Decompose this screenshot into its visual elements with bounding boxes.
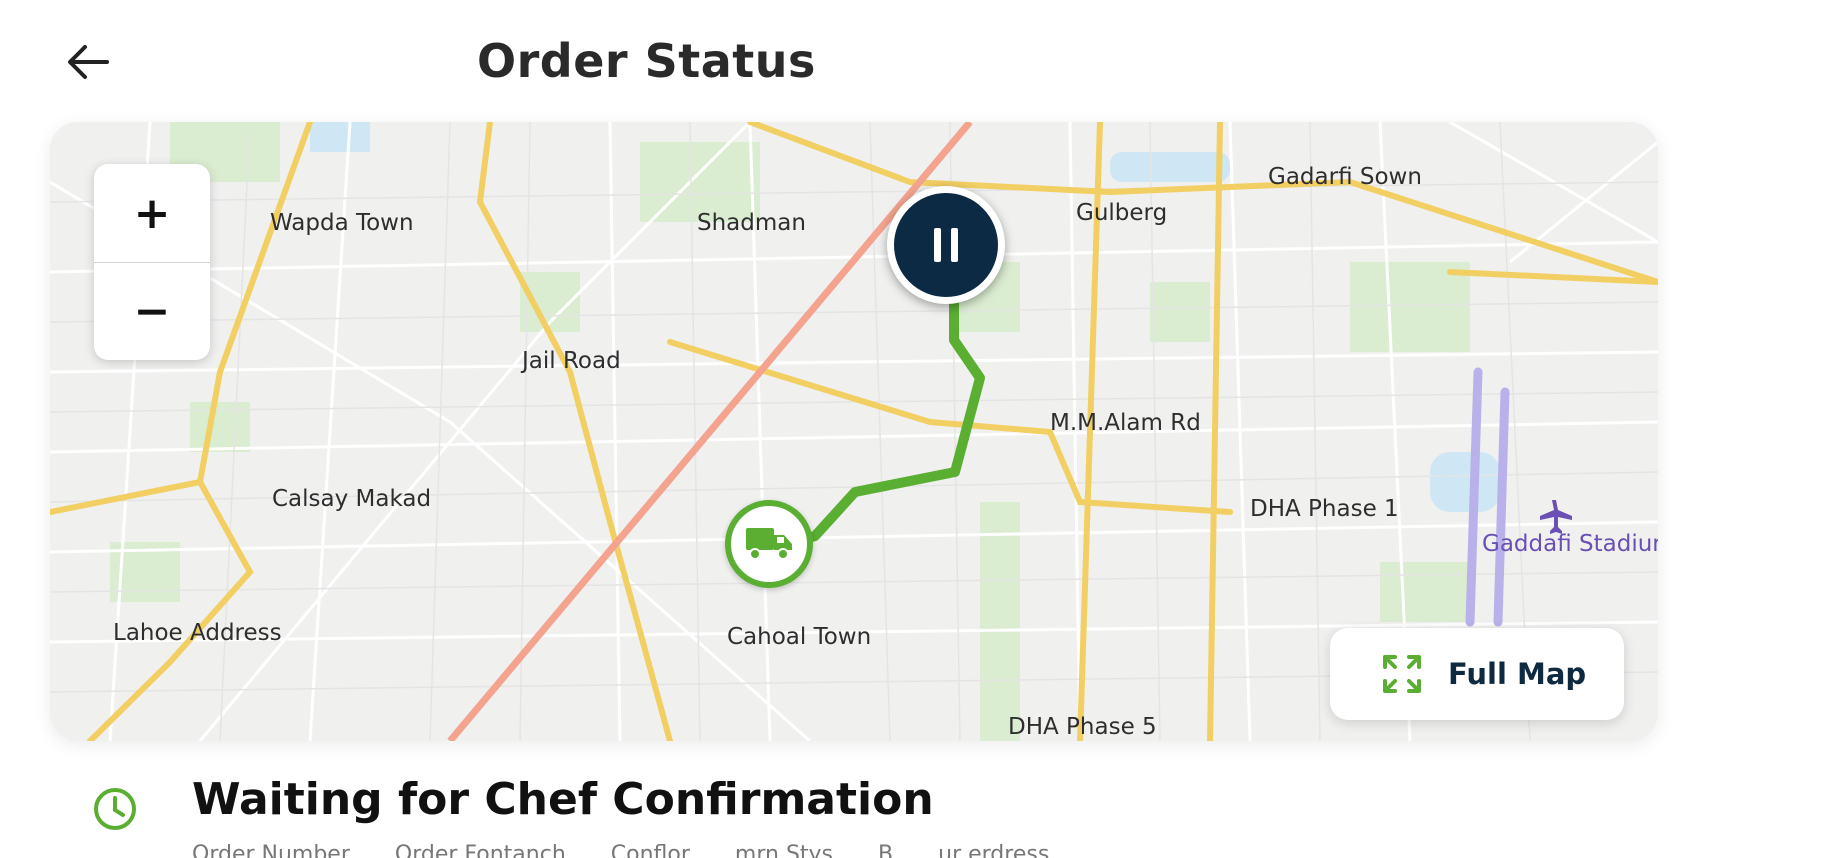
- meta-item: Order Number: [192, 842, 350, 858]
- map-label-wapda-town: Wapda Town: [270, 210, 414, 236]
- map-label-gadarfi-sown: Gadarfi Sown: [1268, 164, 1422, 190]
- zoom-in-button[interactable]: +: [94, 164, 210, 262]
- page-title: Order Status: [477, 34, 816, 88]
- map-label-jail-road: Jail Road: [522, 348, 621, 374]
- map-label-gulberg: Gulberg: [1076, 200, 1168, 226]
- map-label-dha-phase-5: DHA Phase 5: [1008, 714, 1157, 740]
- header: Order Status: [0, 0, 1833, 120]
- map-label-shadman: Shadman: [697, 210, 806, 236]
- delivery-vehicle-marker[interactable]: [725, 500, 813, 588]
- status-title: Waiting for Chef Confirmation: [192, 774, 934, 825]
- back-button[interactable]: [58, 36, 118, 88]
- map-label-cahoal-town: Cahoal Town: [727, 624, 872, 650]
- meta-item: B: [878, 842, 894, 858]
- meta-item: Conflor: [610, 842, 690, 858]
- meta-item: ur erdress: [938, 842, 1050, 858]
- map-label-calsay-makad: Calsay Makad: [272, 486, 432, 512]
- expand-icon: [1383, 655, 1421, 693]
- full-map-button[interactable]: Full Map: [1330, 628, 1624, 720]
- map-label-gaddafi-stadium: Gaddafi Stadium: [1482, 531, 1658, 557]
- clock-icon: [94, 788, 136, 830]
- status-meta: Order Number Order Fontanch Conflor mrn …: [192, 842, 1087, 858]
- zoom-out-button[interactable]: −: [94, 262, 210, 360]
- zoom-control: + −: [94, 164, 210, 360]
- full-map-label: Full Map: [1448, 657, 1587, 691]
- arrow-left-icon: [68, 45, 109, 79]
- map-view[interactable]: + − Wapda Town Shadman Gulberg Gadarfi S…: [50, 122, 1658, 741]
- map-label-mm-alam-rd: M.M.Alam Rd: [1050, 410, 1201, 436]
- pause-icon: [934, 228, 958, 262]
- truck-icon: [746, 528, 792, 560]
- map-label-dha-phase-1: DHA Phase 1: [1250, 496, 1399, 522]
- meta-item: mrn Stys: [734, 842, 834, 858]
- meta-item: Order Fontanch: [394, 842, 566, 858]
- map-label-lahore-address: Lahoe Address: [113, 620, 282, 646]
- chef-location-marker[interactable]: [887, 186, 1005, 304]
- order-status-row: Waiting for Chef Confirmation Order Numb…: [50, 760, 1658, 858]
